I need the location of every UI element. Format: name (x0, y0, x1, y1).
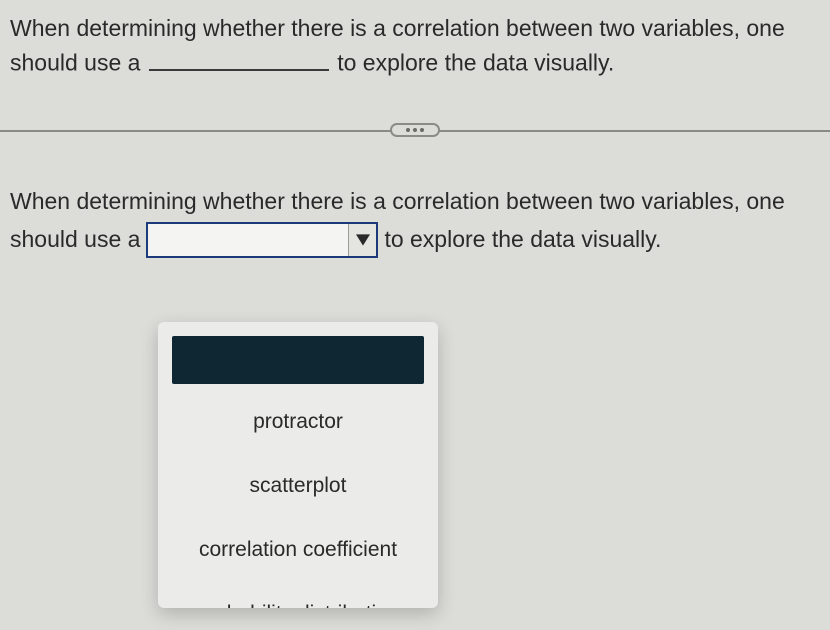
answer-select-value (148, 224, 348, 256)
section-divider (0, 116, 830, 144)
dropdown-option[interactable]: protractor (172, 390, 424, 454)
dropdown-trigger[interactable] (348, 224, 376, 256)
chevron-down-icon (356, 234, 370, 246)
question-line2-pre: should use a (10, 222, 140, 258)
answer-select[interactable] (146, 222, 378, 258)
question-text-suffix: to explore the data visually. (337, 50, 614, 76)
dot-icon (420, 128, 424, 132)
dot-icon (413, 128, 417, 132)
question-line1: When determining whether there is a corr… (10, 184, 820, 220)
question-prompt-bottom: When determining whether there is a corr… (0, 144, 830, 258)
dropdown-option[interactable]: probability distribution (172, 582, 424, 608)
expand-toggle[interactable] (390, 123, 440, 137)
dropdown-option[interactable]: correlation coefficient (172, 518, 424, 582)
blank-line (149, 45, 329, 70)
answer-dropdown-menu[interactable]: protractor scatterplot correlation coeff… (158, 322, 438, 608)
dropdown-option[interactable]: scatterplot (172, 454, 424, 518)
dropdown-option-blank[interactable] (172, 336, 424, 384)
question-prompt-top: When determining whether there is a corr… (0, 0, 830, 98)
dot-icon (406, 128, 410, 132)
question-line2-post: to explore the data visually. (384, 222, 661, 258)
